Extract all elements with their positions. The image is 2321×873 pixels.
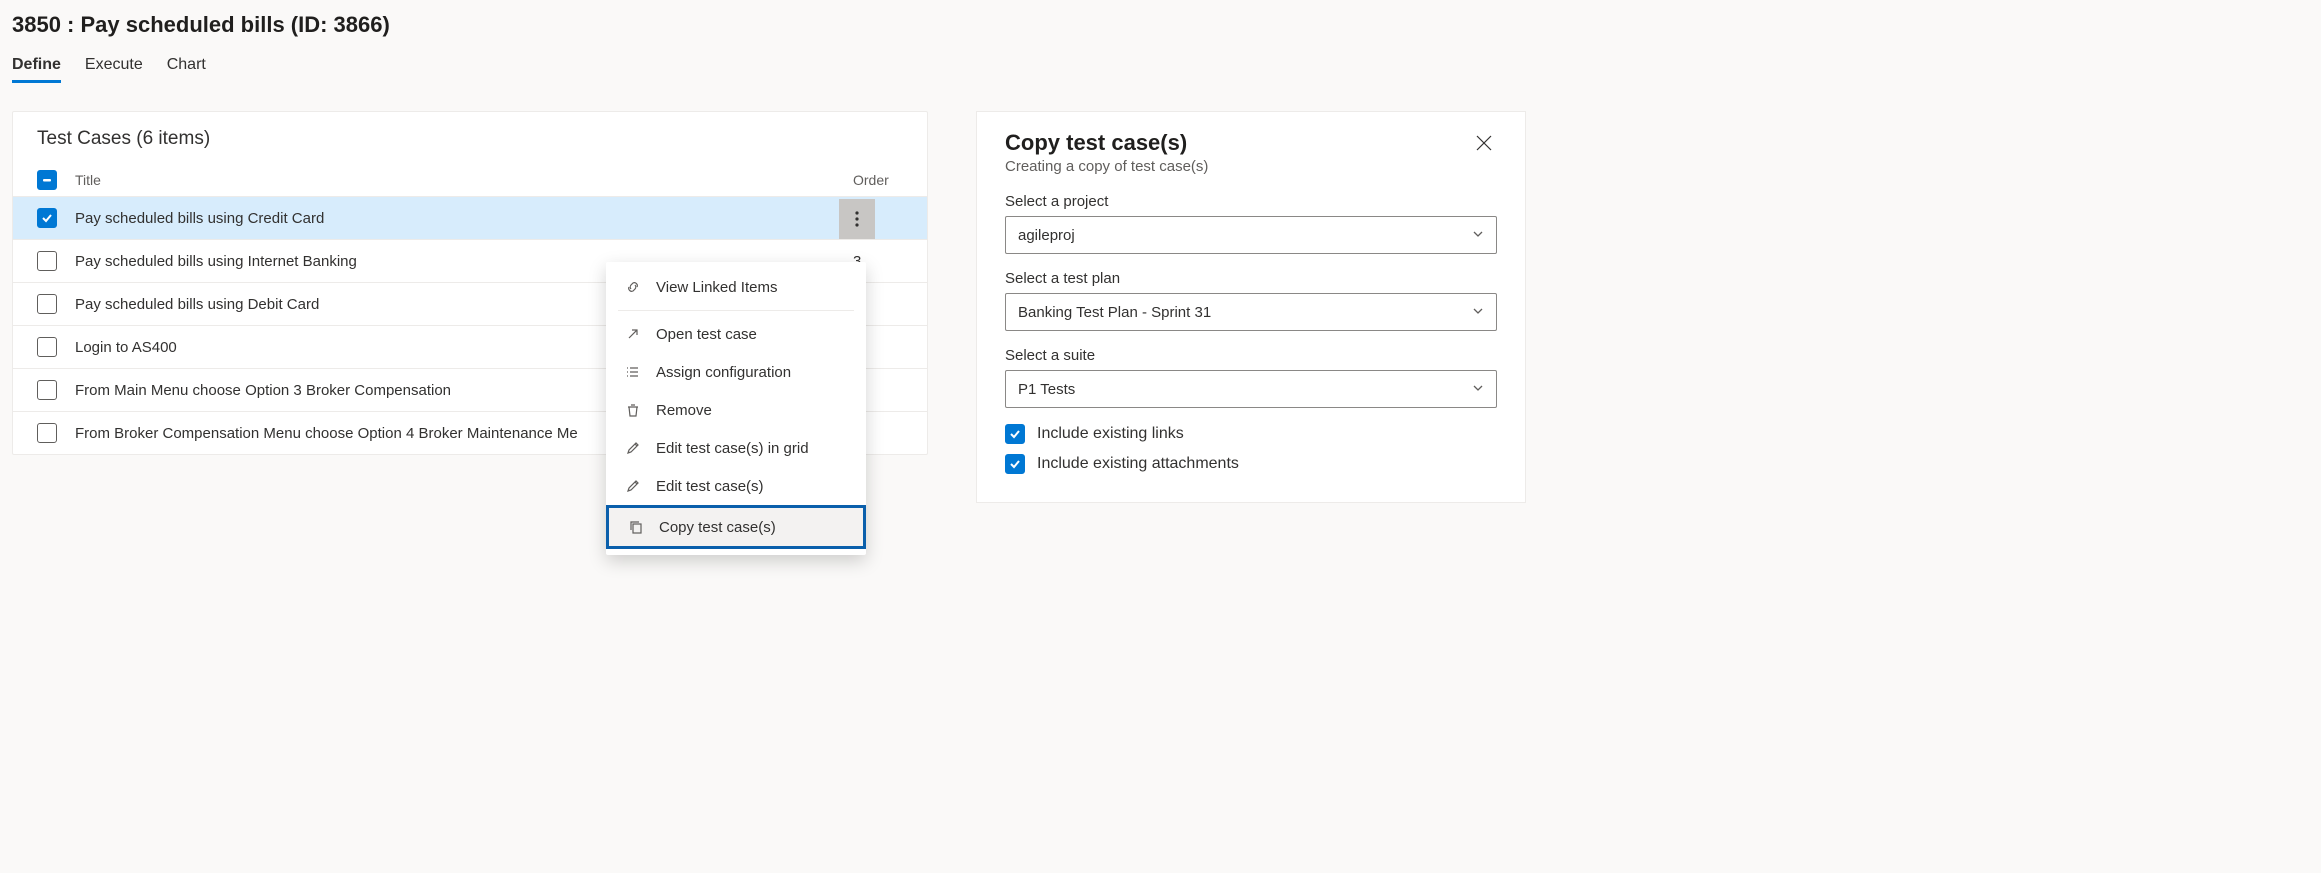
- close-icon[interactable]: [1471, 130, 1497, 159]
- table-header: Title Order: [13, 164, 927, 196]
- row-checkbox[interactable]: [37, 337, 57, 357]
- tab-chart[interactable]: Chart: [167, 56, 206, 83]
- copy-panel-title: Copy test case(s): [1005, 130, 1208, 156]
- row-checkbox[interactable]: [37, 423, 57, 443]
- tab-execute[interactable]: Execute: [85, 56, 143, 83]
- menu-item-label: Edit test case(s): [656, 478, 764, 495]
- column-title[interactable]: Title: [75, 172, 853, 188]
- menu-item-label: View Linked Items: [656, 279, 777, 296]
- menu-item-edit-test-case-s-in-grid[interactable]: Edit test case(s) in grid: [606, 429, 866, 467]
- page-title: 3850 : Pay scheduled bills (ID: 3866): [12, 12, 2309, 38]
- suite-select[interactable]: P1 Tests: [1005, 370, 1497, 408]
- menu-item-label: Remove: [656, 402, 712, 419]
- list-icon: [624, 363, 642, 381]
- link-icon: [624, 278, 642, 296]
- menu-item-assign-configuration[interactable]: Assign configuration: [606, 353, 866, 391]
- chevron-down-icon: [1472, 227, 1484, 244]
- menu-item-open-test-case[interactable]: Open test case: [606, 315, 866, 353]
- tab-define[interactable]: Define: [12, 56, 61, 83]
- project-label: Select a project: [1005, 193, 1497, 210]
- menu-item-label: Copy test case(s): [659, 519, 776, 536]
- include-attachments-checkbox[interactable]: [1005, 454, 1025, 474]
- trash-icon: [624, 401, 642, 419]
- project-value: agileproj: [1018, 227, 1075, 244]
- plan-select[interactable]: Banking Test Plan - Sprint 31: [1005, 293, 1497, 331]
- suite-value: P1 Tests: [1018, 381, 1075, 398]
- row-checkbox[interactable]: [37, 208, 57, 228]
- plan-label: Select a test plan: [1005, 270, 1497, 287]
- pencil-icon: [624, 439, 642, 457]
- menu-item-view-linked-items[interactable]: View Linked Items: [606, 268, 866, 306]
- include-attachments-label: Include existing attachments: [1037, 455, 1239, 473]
- menu-item-remove[interactable]: Remove: [606, 391, 866, 429]
- select-all-checkbox[interactable]: [37, 170, 57, 190]
- column-order[interactable]: Order: [853, 172, 903, 188]
- context-menu: View Linked Items Open test case Assign co…: [606, 262, 866, 555]
- copy-panel: Copy test case(s) Creating a copy of tes…: [976, 111, 1526, 503]
- pencil-icon: [624, 477, 642, 495]
- project-select[interactable]: agileproj: [1005, 216, 1497, 254]
- row-title: Pay scheduled bills using Credit Card: [75, 210, 853, 227]
- include-links-label: Include existing links: [1037, 425, 1184, 443]
- copy-icon: [627, 518, 645, 536]
- menu-item-edit-test-case-s[interactable]: Edit test case(s): [606, 467, 866, 505]
- menu-item-label: Assign configuration: [656, 364, 791, 381]
- copy-panel-subtitle: Creating a copy of test case(s): [1005, 158, 1208, 175]
- row-checkbox[interactable]: [37, 251, 57, 271]
- menu-item-label: Edit test case(s) in grid: [656, 440, 809, 457]
- chevron-down-icon: [1472, 304, 1484, 321]
- include-links-checkbox[interactable]: [1005, 424, 1025, 444]
- table-row[interactable]: Pay scheduled bills using Credit Card2: [13, 196, 927, 239]
- row-checkbox[interactable]: [37, 380, 57, 400]
- menu-item-copy-test-case-s[interactable]: Copy test case(s): [606, 505, 866, 549]
- tabs: Define Execute Chart: [12, 56, 2309, 83]
- chevron-down-icon: [1472, 381, 1484, 398]
- row-checkbox[interactable]: [37, 294, 57, 314]
- plan-value: Banking Test Plan - Sprint 31: [1018, 304, 1211, 321]
- menu-item-label: Open test case: [656, 326, 757, 343]
- suite-label: Select a suite: [1005, 347, 1497, 364]
- open-icon: [624, 325, 642, 343]
- menu-divider: [618, 310, 854, 311]
- more-actions-icon[interactable]: [839, 199, 875, 239]
- test-cases-title: Test Cases (6 items): [13, 112, 927, 164]
